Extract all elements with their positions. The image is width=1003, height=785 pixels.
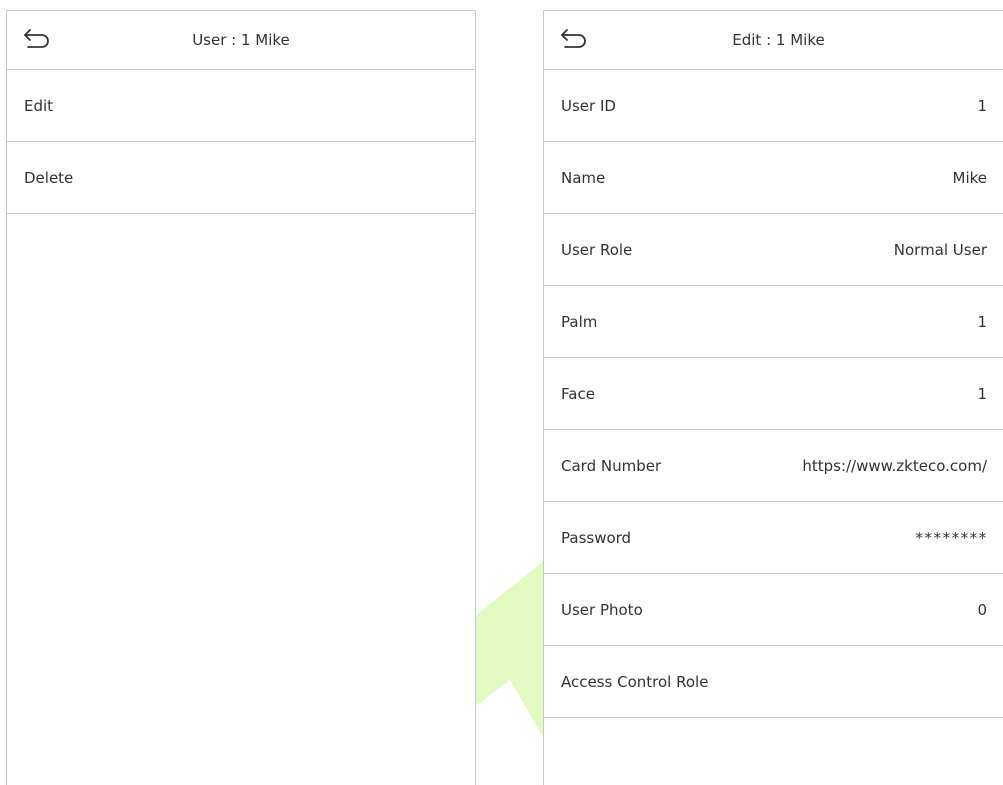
field-name[interactable]: Name Mike — [544, 142, 1003, 214]
field-access-control-role[interactable]: Access Control Role — [544, 646, 1003, 718]
field-palm[interactable]: Palm 1 — [544, 286, 1003, 358]
field-value: 1 — [977, 96, 987, 115]
field-face[interactable]: Face 1 — [544, 358, 1003, 430]
field-value: Normal User — [893, 240, 987, 259]
field-user-id[interactable]: User ID 1 — [544, 70, 1003, 142]
back-arrow-icon — [24, 29, 49, 48]
field-label: Name — [561, 168, 606, 187]
field-user-photo[interactable]: User Photo 0 — [544, 574, 1003, 646]
field-label: Card Number — [561, 456, 662, 475]
back-arrow-icon — [561, 29, 586, 48]
screen: User : 1 Mike Edit Delete Edit : 1 Mike … — [0, 0, 1003, 785]
field-label: User Photo — [561, 600, 643, 619]
field-value: Mike — [952, 168, 988, 187]
page-title: Edit : 1 Mike — [732, 31, 825, 49]
field-label: Face — [561, 384, 595, 403]
edit-user-panel: Edit : 1 Mike User ID 1 Name Mike User R… — [543, 10, 1003, 785]
field-label: Password — [561, 528, 632, 547]
field-value: https://www.zkteco.com/ — [802, 456, 987, 475]
menu-item-edit[interactable]: Edit — [7, 70, 475, 142]
field-value: 1 — [977, 384, 987, 403]
field-password[interactable]: Password ******** — [544, 502, 1003, 574]
field-label: Access Control Role — [561, 672, 709, 691]
field-label: User Role — [561, 240, 633, 259]
edit-user-header: Edit : 1 Mike — [544, 11, 1003, 70]
page-title: User : 1 Mike — [192, 31, 290, 49]
field-value: ******** — [914, 528, 987, 547]
field-card-number[interactable]: Card Number https://www.zkteco.com/ — [544, 430, 1003, 502]
back-button[interactable] — [21, 23, 53, 55]
field-label: Palm — [561, 312, 598, 331]
field-value: 1 — [977, 312, 987, 331]
menu-item-label: Edit — [24, 96, 54, 115]
menu-item-label: Delete — [24, 168, 74, 187]
watermark-arrow — [470, 560, 545, 740]
menu-item-delete[interactable]: Delete — [7, 142, 475, 214]
back-button[interactable] — [558, 23, 590, 55]
user-menu-header: User : 1 Mike — [7, 11, 475, 70]
field-label: User ID — [561, 96, 616, 115]
user-menu-panel: User : 1 Mike Edit Delete — [6, 10, 476, 785]
field-user-role[interactable]: User Role Normal User — [544, 214, 1003, 286]
field-value: 0 — [977, 600, 987, 619]
